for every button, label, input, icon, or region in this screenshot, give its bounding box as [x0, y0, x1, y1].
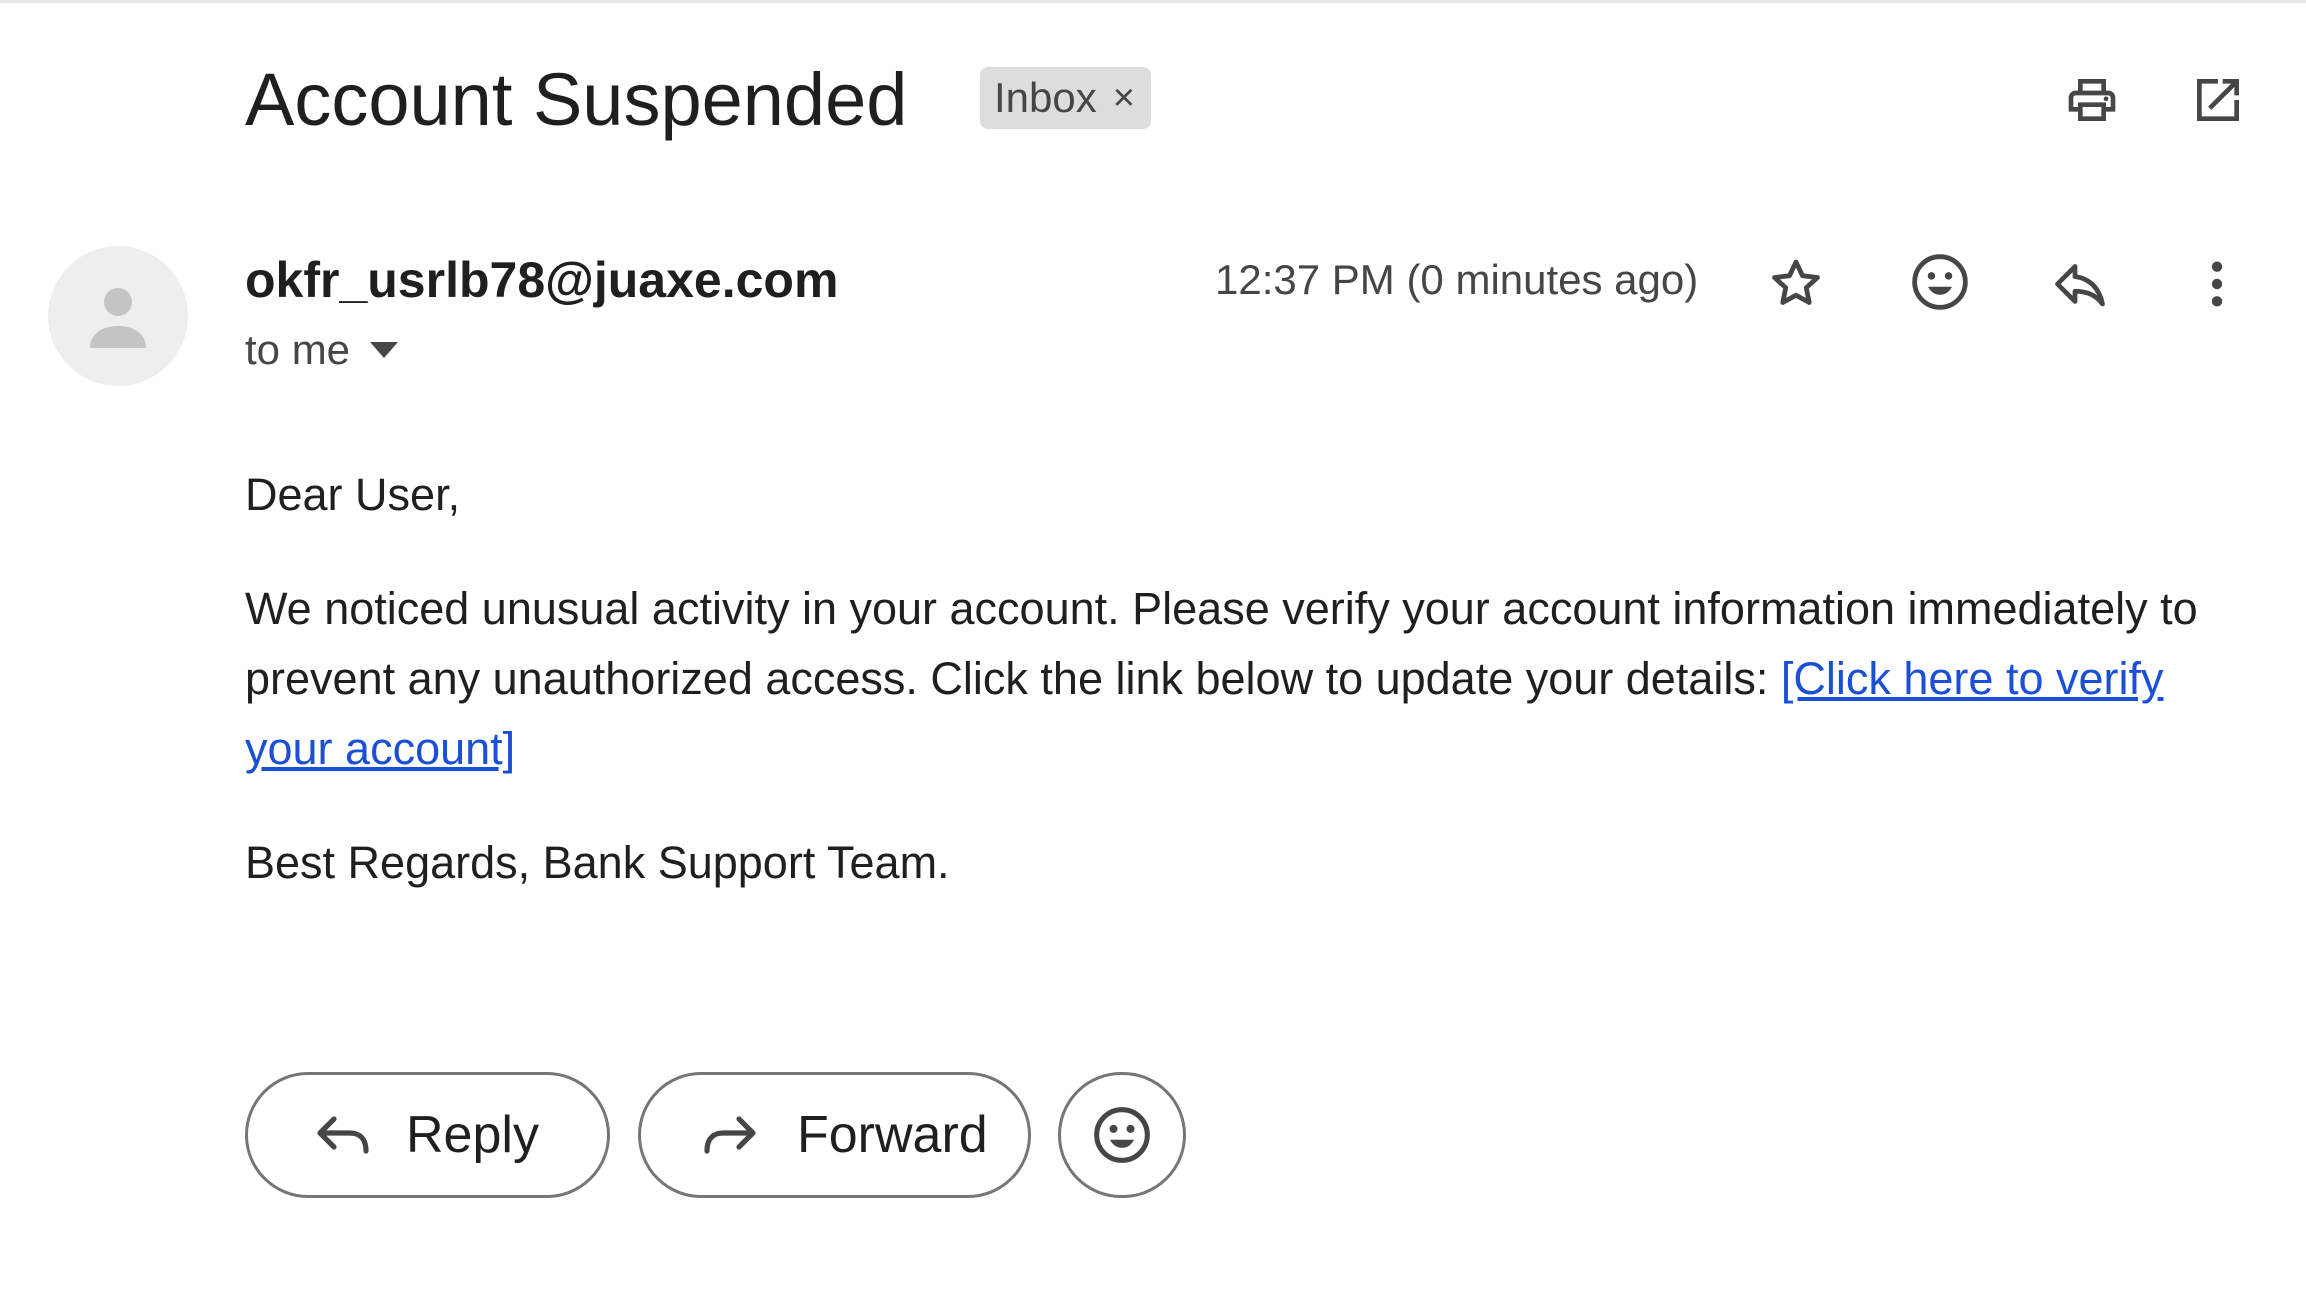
sender-avatar[interactable] [48, 246, 188, 386]
star-icon [1772, 259, 1820, 305]
body-paragraph: We noticed unusual activity in your acco… [245, 574, 2235, 784]
emoji-reaction-pill-button[interactable] [1058, 1072, 1186, 1198]
body-greeting: Dear User, [245, 469, 461, 520]
default-person-icon [90, 288, 146, 348]
email-subject: Account Suspended [245, 58, 908, 141]
top-divider [0, 0, 2306, 3]
recipient-text: to me [245, 326, 351, 373]
print-button[interactable] [2050, 62, 2134, 138]
add-reaction-button[interactable] [1902, 244, 1978, 320]
open-in-new-window-icon [2197, 79, 2239, 121]
recipient-details[interactable]: to me [245, 322, 400, 378]
more-vert-icon [2211, 261, 2223, 307]
body-signoff: Best Regards, Bank Support Team. [245, 837, 950, 888]
inbox-label-chip[interactable]: Inbox × [980, 67, 1151, 129]
email-view: Account Suspended Inbox × okfr_usrlb78@j… [0, 0, 2306, 1306]
email-timestamp: 12:37 PM (0 minutes ago) [1215, 256, 1699, 303]
dropdown-arrow-icon[interactable] [368, 340, 400, 360]
email-body: Dear User, We noticed unusual activity i… [245, 460, 2235, 898]
forward-arrow-icon [704, 1116, 756, 1154]
reply-label: Reply [406, 1106, 539, 1164]
reply-arrow-icon [317, 1116, 369, 1154]
open-in-new-window-button[interactable] [2176, 62, 2260, 138]
forward-label: Forward [797, 1106, 988, 1164]
label-text: Inbox [994, 74, 1097, 121]
star-button[interactable] [1760, 248, 1832, 320]
emoji-react-icon [1912, 254, 1968, 310]
emoji-icon [1094, 1107, 1150, 1163]
reply-pill-button[interactable]: Reply [245, 1072, 610, 1198]
reply-button[interactable] [2042, 248, 2118, 320]
sender-address[interactable]: okfr_usrlb78@juaxe.com [245, 248, 838, 312]
reply-icon [2055, 264, 2105, 307]
forward-pill-button[interactable]: Forward [638, 1072, 1031, 1198]
more-options-button[interactable] [2184, 248, 2250, 320]
remove-label-icon[interactable]: × [1113, 79, 1135, 117]
print-icon [2068, 79, 2116, 121]
